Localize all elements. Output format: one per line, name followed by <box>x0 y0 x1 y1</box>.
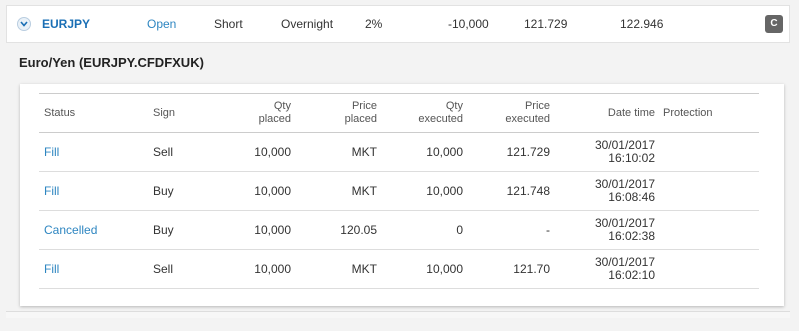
position-row[interactable]: EURJPY Open Short Overnight 2% -10,000 1… <box>6 5 790 43</box>
position-status[interactable]: Open <box>147 17 176 31</box>
table-row: Fill Buy 10,000 MKT 10,000 121.748 30/01… <box>39 171 759 211</box>
position-quantity: -10,000 <box>448 17 489 31</box>
order-qty-placed: 10,000 <box>213 171 291 211</box>
order-qty-executed: 10,000 <box>377 132 463 172</box>
order-qty-executed: 0 <box>377 210 463 250</box>
order-detail-panel: Euro/Yen (EURJPY.CFDFXUK) Status Sign Qt… <box>6 43 790 311</box>
order-sign: Buy <box>153 210 213 250</box>
order-date-time: 30/01/2017 16:08:46 <box>550 171 655 211</box>
col-qty-placed[interactable]: Qty placed <box>213 93 291 133</box>
order-date-time: 30/01/2017 16:02:10 <box>550 249 655 289</box>
col-price-placed[interactable]: Price placed <box>291 93 377 133</box>
col-protection[interactable]: Protection <box>655 93 759 133</box>
col-sign[interactable]: Sign <box>153 93 213 133</box>
close-position-button[interactable]: C <box>765 15 783 33</box>
position-symbol[interactable]: EURJPY <box>42 17 90 31</box>
order-sign: Sell <box>153 132 213 172</box>
order-date-time: 30/01/2017 16:10:02 <box>550 132 655 172</box>
order-qty-placed: 10,000 <box>213 132 291 172</box>
col-price-executed[interactable]: Price executed <box>463 93 550 133</box>
order-price-executed: 121.748 <box>463 171 550 211</box>
position-percent: 2% <box>365 17 383 31</box>
position-type: Overnight <box>281 17 334 31</box>
col-status[interactable]: Status <box>39 93 153 133</box>
order-protection <box>655 210 759 250</box>
order-status-link[interactable]: Cancelled <box>39 210 153 250</box>
position-price-open: 121.729 <box>524 17 568 31</box>
order-protection <box>655 171 759 211</box>
order-price-executed: 121.70 <box>463 249 550 289</box>
order-qty-placed: 10,000 <box>213 210 291 250</box>
order-qty-executed: 10,000 <box>377 249 463 289</box>
order-status-link[interactable]: Fill <box>39 249 153 289</box>
order-protection <box>655 249 759 289</box>
order-price-placed: MKT <box>291 132 377 172</box>
position-side: Short <box>214 17 243 31</box>
col-qty-executed[interactable]: Qty executed <box>377 93 463 133</box>
order-qty-placed: 10,000 <box>213 249 291 289</box>
order-price-placed: MKT <box>291 249 377 289</box>
col-date-time[interactable]: Date time <box>550 93 655 133</box>
table-row: Cancelled Buy 10,000 120.05 0 - 30/01/20… <box>39 210 759 250</box>
orders-card: Status Sign Qty placed Price placed Qty exe… <box>20 84 784 306</box>
table-row: Fill Sell 10,000 MKT 10,000 121.729 30/0… <box>39 132 759 172</box>
next-row-edge <box>6 311 790 318</box>
table-row: Fill Sell 10,000 MKT 10,000 121.70 30/01… <box>39 249 759 289</box>
table-header-row: Status Sign Qty placed Price placed Qty exe… <box>39 93 759 133</box>
order-sign: Sell <box>153 249 213 289</box>
order-price-placed: MKT <box>291 171 377 211</box>
chevron-down-icon[interactable] <box>17 17 31 31</box>
order-date-time: 30/01/2017 16:02:38 <box>550 210 655 250</box>
orders-table: Status Sign Qty placed Price placed Qty exe… <box>39 93 759 289</box>
order-sign: Buy <box>153 171 213 211</box>
order-qty-executed: 10,000 <box>377 171 463 211</box>
instrument-title: Euro/Yen (EURJPY.CFDFXUK) <box>19 55 204 70</box>
order-status-link[interactable]: Fill <box>39 171 153 211</box>
order-price-placed: 120.05 <box>291 210 377 250</box>
order-status-link[interactable]: Fill <box>39 132 153 172</box>
order-protection <box>655 132 759 172</box>
position-price-current: 122.946 <box>620 17 664 31</box>
order-price-executed: - <box>463 210 550 250</box>
order-price-executed: 121.729 <box>463 132 550 172</box>
